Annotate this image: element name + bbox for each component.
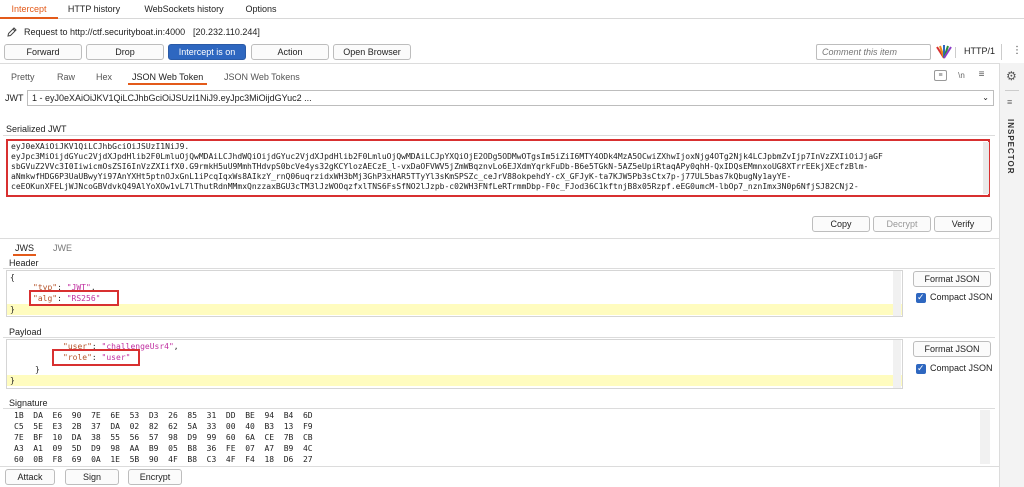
- jwt-label: JWT: [5, 93, 24, 103]
- drop-button[interactable]: Drop: [86, 44, 164, 60]
- tab-options[interactable]: Options: [240, 0, 282, 19]
- payload-scrollbar[interactable]: [893, 340, 901, 388]
- request-ip: [20.232.110.244]: [193, 27, 260, 37]
- tab-raw[interactable]: Raw: [57, 69, 75, 85]
- signature-row: 60 0B F8 69 0A 1E 5B 90 4F B8 C3 4F F4 1…: [14, 455, 313, 464]
- serialized-jwt-text[interactable]: eyJ0eXAiOiJKV1QiLCJhbGciOiJSUzI1NiJ9. ey…: [6, 139, 990, 197]
- tab-jws[interactable]: JWS: [13, 242, 36, 256]
- signature-hex-view[interactable]: 1B DA E6 90 7E 6E 53 D3 26 85 31 DD BE 9…: [6, 410, 980, 464]
- header-scrollbar[interactable]: [893, 271, 901, 316]
- serialized-line: ceEOKunXFELjWJNcoGBVdvkQ49AlYoXOw1vL7lTh…: [11, 182, 859, 191]
- serialized-line: aNmkwfHDG6P3UaUBwyYi97AnYXHt5ptnOJxGnL1i…: [11, 172, 792, 181]
- tab-json-web-tokens[interactable]: JSON Web Tokens: [224, 69, 300, 85]
- newline-icon[interactable]: \n: [955, 70, 968, 81]
- verify-button[interactable]: Verify: [934, 216, 992, 232]
- divider: [0, 466, 999, 467]
- header-compact-json-label: Compact JSON: [930, 292, 993, 302]
- signature-row: C5 5E E3 2B 37 DA 02 82 62 5A 33 00 40 B…: [14, 422, 313, 431]
- wrap-icon[interactable]: ≡: [934, 70, 947, 81]
- payload-close-brace: }: [10, 376, 15, 385]
- signature-row: 7E BF 10 DA 38 55 56 57 98 D9 99 60 6A C…: [14, 433, 313, 442]
- open-browser-button[interactable]: Open Browser: [333, 44, 411, 60]
- action-button[interactable]: Action: [251, 44, 329, 60]
- inspector-tab[interactable]: INSPECTOR: [1006, 119, 1015, 175]
- menu-icon[interactable]: ⋮: [1012, 45, 1022, 56]
- decrypt-button[interactable]: Decrypt: [873, 216, 931, 232]
- collapse-icon[interactable]: ≡: [1007, 97, 1012, 107]
- list-icon[interactable]: ≡: [975, 69, 988, 81]
- payload-compact-json-checkbox[interactable]: [916, 363, 926, 374]
- header-title: Header: [9, 258, 39, 268]
- intercept-toggle-button[interactable]: Intercept is on: [168, 44, 246, 60]
- header-open-brace: {: [10, 273, 15, 282]
- pencil-icon[interactable]: [6, 26, 18, 38]
- divider: [1005, 90, 1019, 91]
- highlight-box: [29, 290, 119, 306]
- divider: [3, 408, 995, 409]
- toolbar-divider-right: [1001, 44, 1002, 60]
- signature-row: 1B DA E6 90 7E 6E 53 D3 26 85 31 DD BE 9…: [14, 411, 313, 420]
- signature-scrollbar[interactable]: [980, 410, 990, 464]
- divider: [3, 337, 995, 338]
- payload-format-json-button[interactable]: Format JSON: [913, 341, 991, 357]
- payload-editor[interactable]: "user": "challengeUsr4", "role": "user" …: [6, 339, 903, 389]
- tab-intercept[interactable]: Intercept: [0, 0, 58, 19]
- serialized-scrollbar[interactable]: [983, 142, 989, 194]
- sign-button[interactable]: Sign: [65, 469, 119, 485]
- serialized-line: sbGVuZ2VVc3I0IiwicmOsZSI6InVzZXIifX0.G9r…: [11, 162, 869, 171]
- signature-row: A3 A1 09 5D D9 98 AA B9 05 B8 36 FE 07 A…: [14, 444, 313, 453]
- attack-button[interactable]: Attack: [5, 469, 55, 485]
- http-version-label: HTTP/1: [964, 46, 996, 56]
- tab-pretty[interactable]: Pretty: [11, 69, 35, 85]
- divider: [0, 63, 999, 64]
- payload-compact-json-label: Compact JSON: [930, 363, 993, 373]
- main-tab-bar: Intercept HTTP history WebSockets histor…: [0, 0, 1024, 19]
- comment-input[interactable]: [816, 44, 931, 60]
- forward-button[interactable]: Forward: [4, 44, 82, 60]
- request-url: Request to http://ctf.securityboat.in:40…: [24, 27, 186, 37]
- highlight-color-icon[interactable]: [935, 44, 953, 60]
- copy-button[interactable]: Copy: [812, 216, 870, 232]
- tab-http-history[interactable]: HTTP history: [64, 0, 124, 19]
- encrypt-button[interactable]: Encrypt: [128, 469, 182, 485]
- divider: [3, 268, 995, 269]
- jwt-select[interactable]: 1 - eyJ0eXAiOiJKV1QiLCJhbGciOiJSUzI1NiJ9…: [27, 90, 994, 106]
- jwt-select-value: 1 - eyJ0eXAiOiJKV1QiLCJhbGciOiJSUzI1NiJ9…: [32, 93, 312, 103]
- request-line: Request to http://ctf.securityboat.in:40…: [0, 23, 1024, 41]
- header-format-json-button[interactable]: Format JSON: [913, 271, 991, 287]
- header-compact-json-checkbox[interactable]: [916, 292, 926, 303]
- inspector-sidebar: ⚙ ≡ INSPECTOR: [999, 63, 1024, 487]
- gear-icon[interactable]: ⚙: [1006, 69, 1017, 83]
- serialized-line: eyJpc3MiOijdGYuc2VjdXJpdHlib2F0LmluOjQwM…: [11, 152, 883, 161]
- divider: [0, 238, 999, 239]
- serialized-jwt-title: Serialized JWT: [6, 124, 67, 134]
- tab-websockets-history[interactable]: WebSockets history: [138, 0, 230, 19]
- header-editor[interactable]: { "typ": "JWT", "alg": "RS256" }: [6, 270, 903, 317]
- payload-inner-close-brace: }: [35, 365, 40, 374]
- tab-hex[interactable]: Hex: [96, 69, 112, 85]
- toolbar-divider: [955, 47, 956, 58]
- chevron-down-icon: ⌄: [982, 93, 989, 102]
- divider: [3, 135, 995, 136]
- payload-title: Payload: [9, 327, 42, 337]
- tab-jwe[interactable]: JWE: [53, 242, 72, 256]
- tab-json-web-token[interactable]: JSON Web Token: [128, 69, 208, 85]
- signature-title: Signature: [9, 398, 48, 408]
- header-close-brace: }: [10, 305, 15, 314]
- serialized-line: eyJ0eXAiOiJKV1QiLCJhbGciOiJSUzI1NiJ9.: [11, 142, 190, 151]
- highlight-box: [52, 349, 140, 366]
